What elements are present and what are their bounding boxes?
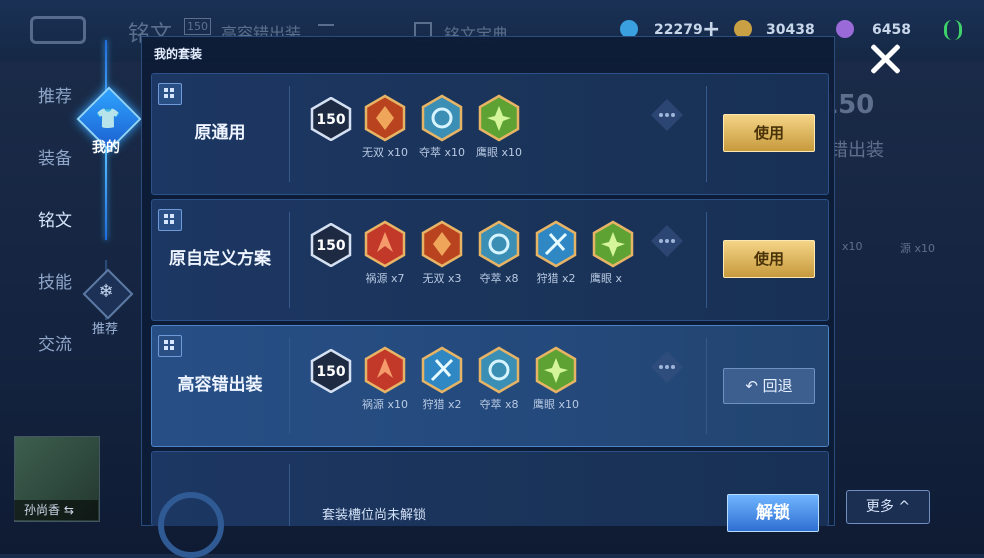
level-150-badge: 150 xyxy=(310,223,352,267)
revert-label: 回退 xyxy=(762,377,793,395)
rune-huoyuan-icon xyxy=(364,346,406,394)
rune-label: 鹰眼 x10 xyxy=(532,398,579,411)
rune-label: 祸源 x10 xyxy=(361,398,408,411)
bg-rune-label-1: x10 xyxy=(842,240,863,253)
mine-tab-label: 我的 xyxy=(92,140,120,156)
rune-yingyan-icon xyxy=(478,94,520,142)
svg-text:150: 150 xyxy=(316,238,345,254)
divider xyxy=(289,212,290,308)
nav-item-recommend[interactable]: 推荐 xyxy=(38,82,72,107)
set-card[interactable]: 原通用 150 无双 x10 夺萃 x10 鹰眼 x10 使用 xyxy=(151,73,829,195)
undo-icon: ↶ xyxy=(745,377,763,395)
rune-label: 鹰眼 x xyxy=(589,272,622,285)
rune-label: 狩猎 x2 xyxy=(536,272,576,285)
nav-item-skill[interactable]: 技能 xyxy=(38,268,72,293)
set-name: 原通用 xyxy=(194,123,246,143)
more-options-icon[interactable] xyxy=(649,97,685,133)
unlock-button[interactable]: 解锁 xyxy=(727,494,819,532)
level-150-badge: 150 xyxy=(310,97,352,141)
left-nav: 推荐 装备 铭文 技能 交流 xyxy=(0,62,90,492)
set-name: 高容错出装 xyxy=(177,375,263,395)
panel-title: 我的套装 xyxy=(154,47,203,61)
set-card-active[interactable]: 高容错出装 150 祸源 x10 狩猎 x2 夺萃 x8 鹰眼 x10 ↶ 回退 xyxy=(151,325,829,447)
rune-label: 夺萃 x8 xyxy=(479,272,519,285)
hero-name: 孙尚香 ⇆ xyxy=(14,500,98,520)
grid-icon xyxy=(158,335,182,357)
divider xyxy=(706,86,707,182)
locked-slot-card: 套装槽位尚未解锁 解锁 xyxy=(151,451,829,558)
nav-item-equipment[interactable]: 装备 xyxy=(38,144,72,169)
rune-wushuang-icon xyxy=(421,220,463,268)
rune-huoyuan-icon xyxy=(364,220,406,268)
divider xyxy=(289,338,290,434)
divider xyxy=(289,86,290,182)
more-label: 更多 xyxy=(865,499,894,515)
rune-label: 无双 x3 xyxy=(422,272,462,285)
nav-item-exchange[interactable]: 交流 xyxy=(38,330,72,355)
more-options-icon[interactable] xyxy=(649,349,685,385)
flame-icon: ❄ xyxy=(98,281,114,302)
set-name: 原自定义方案 xyxy=(169,249,271,269)
locked-slot-text: 套装槽位尚未解锁 xyxy=(322,508,427,523)
more-options-icon[interactable] xyxy=(649,223,685,259)
rune-shoulie-icon xyxy=(421,346,463,394)
wifi-icon xyxy=(944,20,962,40)
rune-shoulie-icon xyxy=(535,220,577,268)
shirt-icon: 👕 xyxy=(95,106,121,130)
level-badge-bg: 150 xyxy=(184,18,211,35)
level-150-badge: 150 xyxy=(310,349,352,393)
svg-text:150: 150 xyxy=(316,364,345,380)
rune-yingyan-icon xyxy=(535,346,577,394)
divider xyxy=(706,338,707,434)
revert-button[interactable]: ↶ 回退 xyxy=(723,368,815,404)
set-card[interactable]: 原自定义方案 150 祸源 x7 无双 x3 夺萃 x8 狩猎 x2 鹰眼 x … xyxy=(151,199,829,321)
rune-yingyan-icon xyxy=(592,220,634,268)
rune-label: 夺萃 x8 xyxy=(479,398,519,411)
use-button[interactable]: 使用 xyxy=(723,114,815,152)
gem-icon xyxy=(836,20,854,38)
nav-item-inscription[interactable]: 铭文 xyxy=(38,206,72,231)
lock-ring-icon xyxy=(158,492,224,558)
divider xyxy=(289,464,290,526)
rune-label: 无双 x10 xyxy=(361,146,408,159)
recommend-tab-label: 推荐 xyxy=(92,322,119,337)
rune-label: 鹰眼 x10 xyxy=(475,146,522,159)
bg-rune-label-2: 源 x10 xyxy=(900,242,936,255)
back-icon[interactable] xyxy=(30,16,86,44)
chevron-up-icon: ^ xyxy=(898,499,911,515)
rune-label: 祸源 x7 xyxy=(365,272,405,285)
svg-text:150: 150 xyxy=(316,112,345,128)
rune-duocui-icon xyxy=(478,220,520,268)
more-button[interactable]: 更多 ^ xyxy=(846,490,930,524)
rune-duocui-icon xyxy=(421,94,463,142)
rune-duocui-icon xyxy=(478,346,520,394)
grid-icon xyxy=(158,83,182,105)
gem-count: 6458 xyxy=(872,22,911,38)
rune-wushuang-icon xyxy=(364,94,406,142)
grid-icon xyxy=(158,209,182,231)
close-icon[interactable] xyxy=(866,40,904,78)
rune-label: 狩猎 x2 xyxy=(422,398,462,411)
use-button[interactable]: 使用 xyxy=(723,240,815,278)
divider xyxy=(706,212,707,308)
my-sets-panel: 我的套装 原通用 150 无双 x10 夺萃 x10 鹰眼 x10 使用 原自定… xyxy=(141,36,835,558)
bg-set-label: 错出装 xyxy=(830,140,884,161)
rune-label: 夺萃 x10 xyxy=(418,146,465,159)
